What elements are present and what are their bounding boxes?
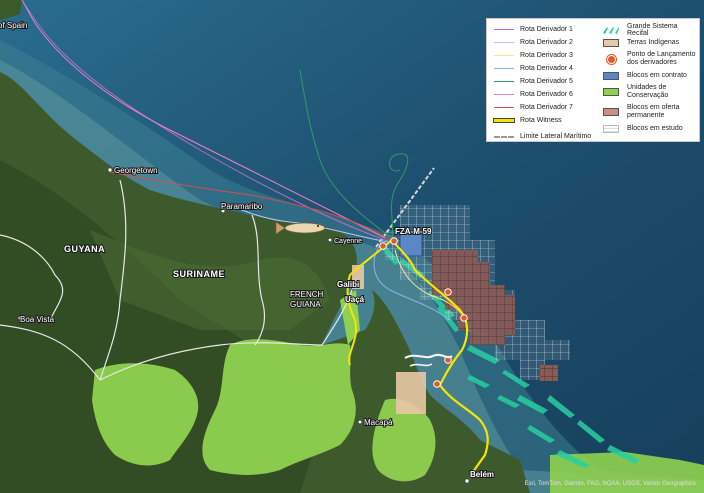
- legend-swatch: [494, 94, 514, 95]
- legend-label: Rota Derivador 6: [520, 91, 573, 98]
- legend-column-areas: Grande Sistema Recifal Terras Indígenas Po…: [600, 23, 700, 135]
- legend-swatch: [603, 108, 619, 116]
- legend-label: Rota Derivador 7: [520, 104, 573, 111]
- legend-symbol: [493, 64, 515, 74]
- legend-item: Ponto de Lançamento dos derivadores: [600, 49, 700, 69]
- legend-item: Rota Witness: [493, 114, 591, 127]
- legend-symbol: [600, 54, 622, 64]
- legend-symbol: [493, 51, 515, 61]
- legend-symbol: [600, 71, 622, 81]
- legend-symbol: [493, 90, 515, 100]
- label-cayenne: Cayenne: [334, 238, 362, 245]
- legend-swatch: [603, 124, 619, 133]
- legend-symbol: [600, 25, 622, 35]
- label-georgetown: Georgetown: [114, 166, 158, 175]
- legend-label: Rota Derivador 2: [520, 39, 573, 46]
- legend-symbol: [493, 25, 515, 35]
- label-guyana: GUYANA: [64, 244, 105, 254]
- legend-swatch: [603, 26, 619, 34]
- legend-symbol: [600, 38, 622, 48]
- legend-label: Rota Derivador 1: [520, 26, 573, 33]
- map-attribution: Esri, TomTom, Garmin, FAO, NOAA, USGS, V…: [524, 481, 697, 487]
- label-spain: of Spain: [0, 21, 27, 30]
- legend-label: Blocos em oferta permanente: [627, 104, 680, 119]
- legend-swatch: [603, 88, 619, 96]
- legend-label: Blocos em contrato: [627, 72, 687, 79]
- label-paramaribo: Paramaribo: [221, 202, 263, 211]
- legend-symbol: [600, 87, 622, 97]
- legend-swatch: [494, 68, 514, 69]
- legend-label: Unidades de Conservação: [627, 84, 669, 99]
- label-macapa: Macapá: [364, 418, 393, 427]
- legend-label: Terras Indígenas: [627, 39, 680, 46]
- legend-label: Limite Lateral Marítimo: [520, 133, 592, 140]
- label-belem: Belém: [470, 470, 494, 479]
- legend-item: Blocos em estudo: [600, 122, 700, 135]
- legend-swatch: [494, 29, 514, 30]
- label-boa-vista: Boa Vista: [20, 315, 55, 324]
- label-galibi: Galibi: [337, 280, 359, 289]
- legend-label: Rota Witness: [520, 117, 562, 124]
- legend-swatch: [494, 136, 514, 138]
- blocks-permanent-offer-small: [540, 365, 558, 381]
- legend-item: Terras Indígenas: [600, 36, 700, 49]
- label-suriname: SURINAME: [173, 269, 225, 279]
- legend-symbol: [493, 116, 515, 126]
- legend-label: Rota Derivador 3: [520, 52, 573, 59]
- legend-item: Rota Derivador 5: [493, 75, 591, 88]
- legend-swatch: [603, 71, 619, 80]
- legend-symbol: [493, 77, 515, 87]
- legend-item: Blocos em contrato: [600, 69, 700, 82]
- legend-swatch: [494, 81, 514, 82]
- label-french-guiana-2: GUIANA: [290, 300, 321, 309]
- legend-symbol: [493, 132, 515, 142]
- legend-item: Grande Sistema Recifal: [600, 22, 700, 37]
- legend-column-routes: Rota Derivador 1 Rota Derivador 2 Rota Der…: [493, 23, 591, 147]
- indigenous-land-1: [396, 372, 426, 414]
- legend-item: Rota Derivador 6: [493, 88, 591, 101]
- legend-label: Rota Derivador 5: [520, 78, 573, 85]
- label-uaca: Uaçá: [345, 295, 365, 304]
- legend-swatch: [494, 55, 514, 56]
- legend-symbol: [493, 103, 515, 113]
- label-french-guiana-1: FRENCH: [290, 290, 324, 299]
- legend-item: Unidades de Conservação: [600, 82, 700, 102]
- legend-item: Rota Derivador 2: [493, 36, 591, 49]
- legend-swatch: [494, 107, 514, 108]
- legend-label: Rota Derivador 4: [520, 65, 573, 72]
- legend-item: Blocos em oferta permanente: [600, 102, 700, 122]
- legend-symbol: [600, 124, 622, 134]
- label-fza: FZA-M-59: [395, 227, 432, 236]
- legend-symbol: [600, 107, 622, 117]
- legend-label: Grande Sistema Recifal: [627, 22, 678, 37]
- legend-symbol: [493, 38, 515, 48]
- legend-swatch: [493, 118, 515, 123]
- legend-item: Limite Lateral Marítimo: [493, 127, 591, 147]
- legend-item: Rota Derivador 4: [493, 62, 591, 75]
- legend-item: Rota Derivador 3: [493, 49, 591, 62]
- legend-item: Rota Derivador 1: [493, 23, 591, 36]
- legend-swatch: [606, 54, 616, 64]
- legend-item: Rota Derivador 7: [493, 101, 591, 114]
- legend-label: Ponto de Lançamento dos derivadores: [627, 51, 696, 66]
- map-legend: Rota Derivador 1 Rota Derivador 2 Rota Der…: [486, 18, 700, 142]
- legend-label: Blocos em estudo: [627, 125, 683, 132]
- legend-swatch: [494, 42, 514, 43]
- legend-swatch: [603, 38, 619, 47]
